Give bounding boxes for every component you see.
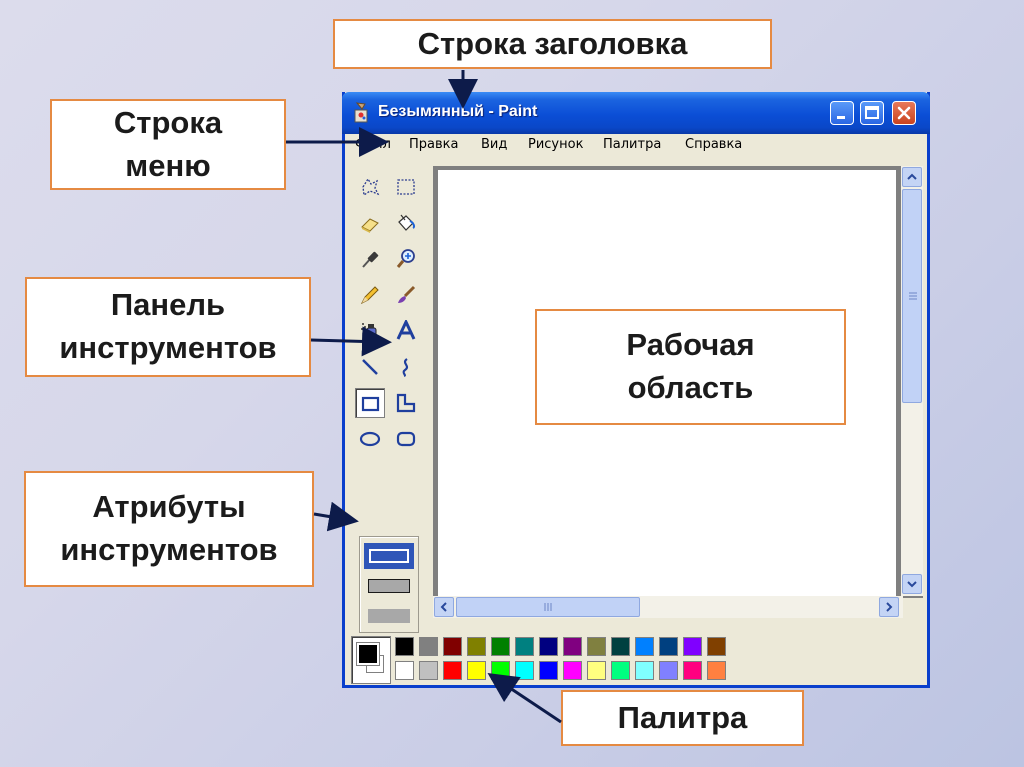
scroll-right-button[interactable] [879,597,899,617]
menu-view[interactable]: Вид [481,137,507,152]
chevron-right-icon [886,602,893,612]
callout-work-area-line1: Рабочая [626,327,755,363]
grip-icon [909,292,917,300]
color-picker-icon[interactable] [355,244,385,274]
callout-work-area-line2: область [627,370,754,405]
callout-palette: Палитра [561,690,804,746]
title-bar[interactable]: Безымянный - Paint [342,92,930,134]
palette-swatch[interactable] [491,661,510,680]
palette-swatch[interactable] [395,637,414,656]
paint-app-icon [354,102,368,123]
palette-swatch[interactable] [683,637,702,656]
rectangle-icon[interactable] [355,388,385,418]
scroll-up-button[interactable] [902,167,922,187]
brush-icon[interactable] [391,280,421,310]
callout-attributes-line2: инструментов [60,532,278,567]
text-icon[interactable] [391,316,421,346]
menu-bar: Файл Правка Вид Рисунок Палитра Справка [345,134,927,156]
rect-select-icon[interactable] [391,172,421,202]
palette-swatch[interactable] [707,661,726,680]
scroll-left-button[interactable] [434,597,454,617]
airbrush-icon[interactable] [355,316,385,346]
callout-title-bar: Строка заголовка [333,19,772,69]
palette-swatch[interactable] [467,661,486,680]
palette-swatch[interactable] [683,661,702,680]
menu-palette[interactable]: Палитра [603,137,661,152]
callout-tool-attributes: Атрибуты инструментов [24,471,314,587]
palette-swatch[interactable] [659,637,678,656]
maximize-button[interactable] [860,101,884,125]
palette-swatch[interactable] [443,637,462,656]
horizontal-scrollbar[interactable] [433,596,903,618]
polygon-icon[interactable] [391,388,421,418]
callout-title-bar-text: Строка заголовка [417,25,688,61]
fill-option-fill[interactable] [368,609,410,623]
ellipse-icon[interactable] [355,424,385,454]
pencil-icon[interactable] [355,280,385,310]
color-palette [349,634,927,686]
minimize-icon [837,116,845,119]
menu-edit[interactable]: Правка [409,137,458,152]
callout-menu-line2: меню [125,147,211,183]
horizontal-scroll-thumb[interactable] [456,597,640,617]
palette-swatch[interactable] [635,637,654,656]
fill-bucket-icon[interactable] [391,208,421,238]
curve-icon[interactable] [391,352,421,382]
grip-icon [544,603,552,611]
menu-image[interactable]: Рисунок [528,137,583,152]
fill-option-outline[interactable] [364,543,414,569]
fill-option-outline-fill[interactable] [368,579,410,593]
chevron-down-icon [907,581,917,588]
palette-swatch[interactable] [515,637,534,656]
palette-swatch[interactable] [563,661,582,680]
vertical-scrollbar[interactable] [901,166,923,596]
magnifier-icon[interactable] [391,244,421,274]
palette-swatch[interactable] [659,661,678,680]
menu-help[interactable]: Справка [685,137,742,152]
callout-menu-line1: Строка [113,104,223,140]
tool-box [349,166,429,676]
palette-swatch[interactable] [635,661,654,680]
maximize-icon [865,106,879,119]
line-icon[interactable] [355,352,385,382]
palette-swatch[interactable] [419,637,438,656]
callout-work-area: Рабочая область [535,309,846,425]
tool-attributes-panel [359,536,419,633]
callout-menu-bar: Строка меню [50,99,286,190]
close-icon [897,106,911,120]
minimize-button[interactable] [830,101,854,125]
foreground-color-swatch[interactable] [357,643,379,665]
menu-file[interactable]: Файл [355,137,391,152]
palette-swatch[interactable] [539,661,558,680]
palette-swatch[interactable] [587,637,606,656]
callout-palette-text: Палитра [617,699,748,735]
palette-swatch[interactable] [539,637,558,656]
palette-swatch[interactable] [443,661,462,680]
callout-toolbar: Панель инструментов [25,277,311,377]
chevron-left-icon [440,602,447,612]
palette-swatch[interactable] [419,661,438,680]
palette-swatch[interactable] [491,637,510,656]
free-select-icon[interactable] [355,172,385,202]
rounded-rect-icon[interactable] [391,424,421,454]
callout-attributes-line1: Атрибуты [92,489,246,525]
scroll-down-button[interactable] [902,574,922,594]
palette-swatch[interactable] [611,661,630,680]
palette-swatch[interactable] [467,637,486,656]
close-button[interactable] [892,101,916,125]
palette-swatch[interactable] [515,661,534,680]
window-title: Безымянный - Paint [378,103,538,120]
chevron-up-icon [907,173,917,180]
vertical-scroll-thumb[interactable] [902,189,922,403]
callout-toolbar-line1: Панель [110,287,226,323]
palette-swatch[interactable] [563,637,582,656]
eraser-icon[interactable] [355,208,385,238]
current-colors-box[interactable] [351,636,391,684]
palette-swatch[interactable] [587,661,606,680]
palette-swatch[interactable] [395,661,414,680]
palette-swatch[interactable] [707,637,726,656]
callout-toolbar-line2: инструментов [59,330,277,365]
palette-swatch[interactable] [611,637,630,656]
